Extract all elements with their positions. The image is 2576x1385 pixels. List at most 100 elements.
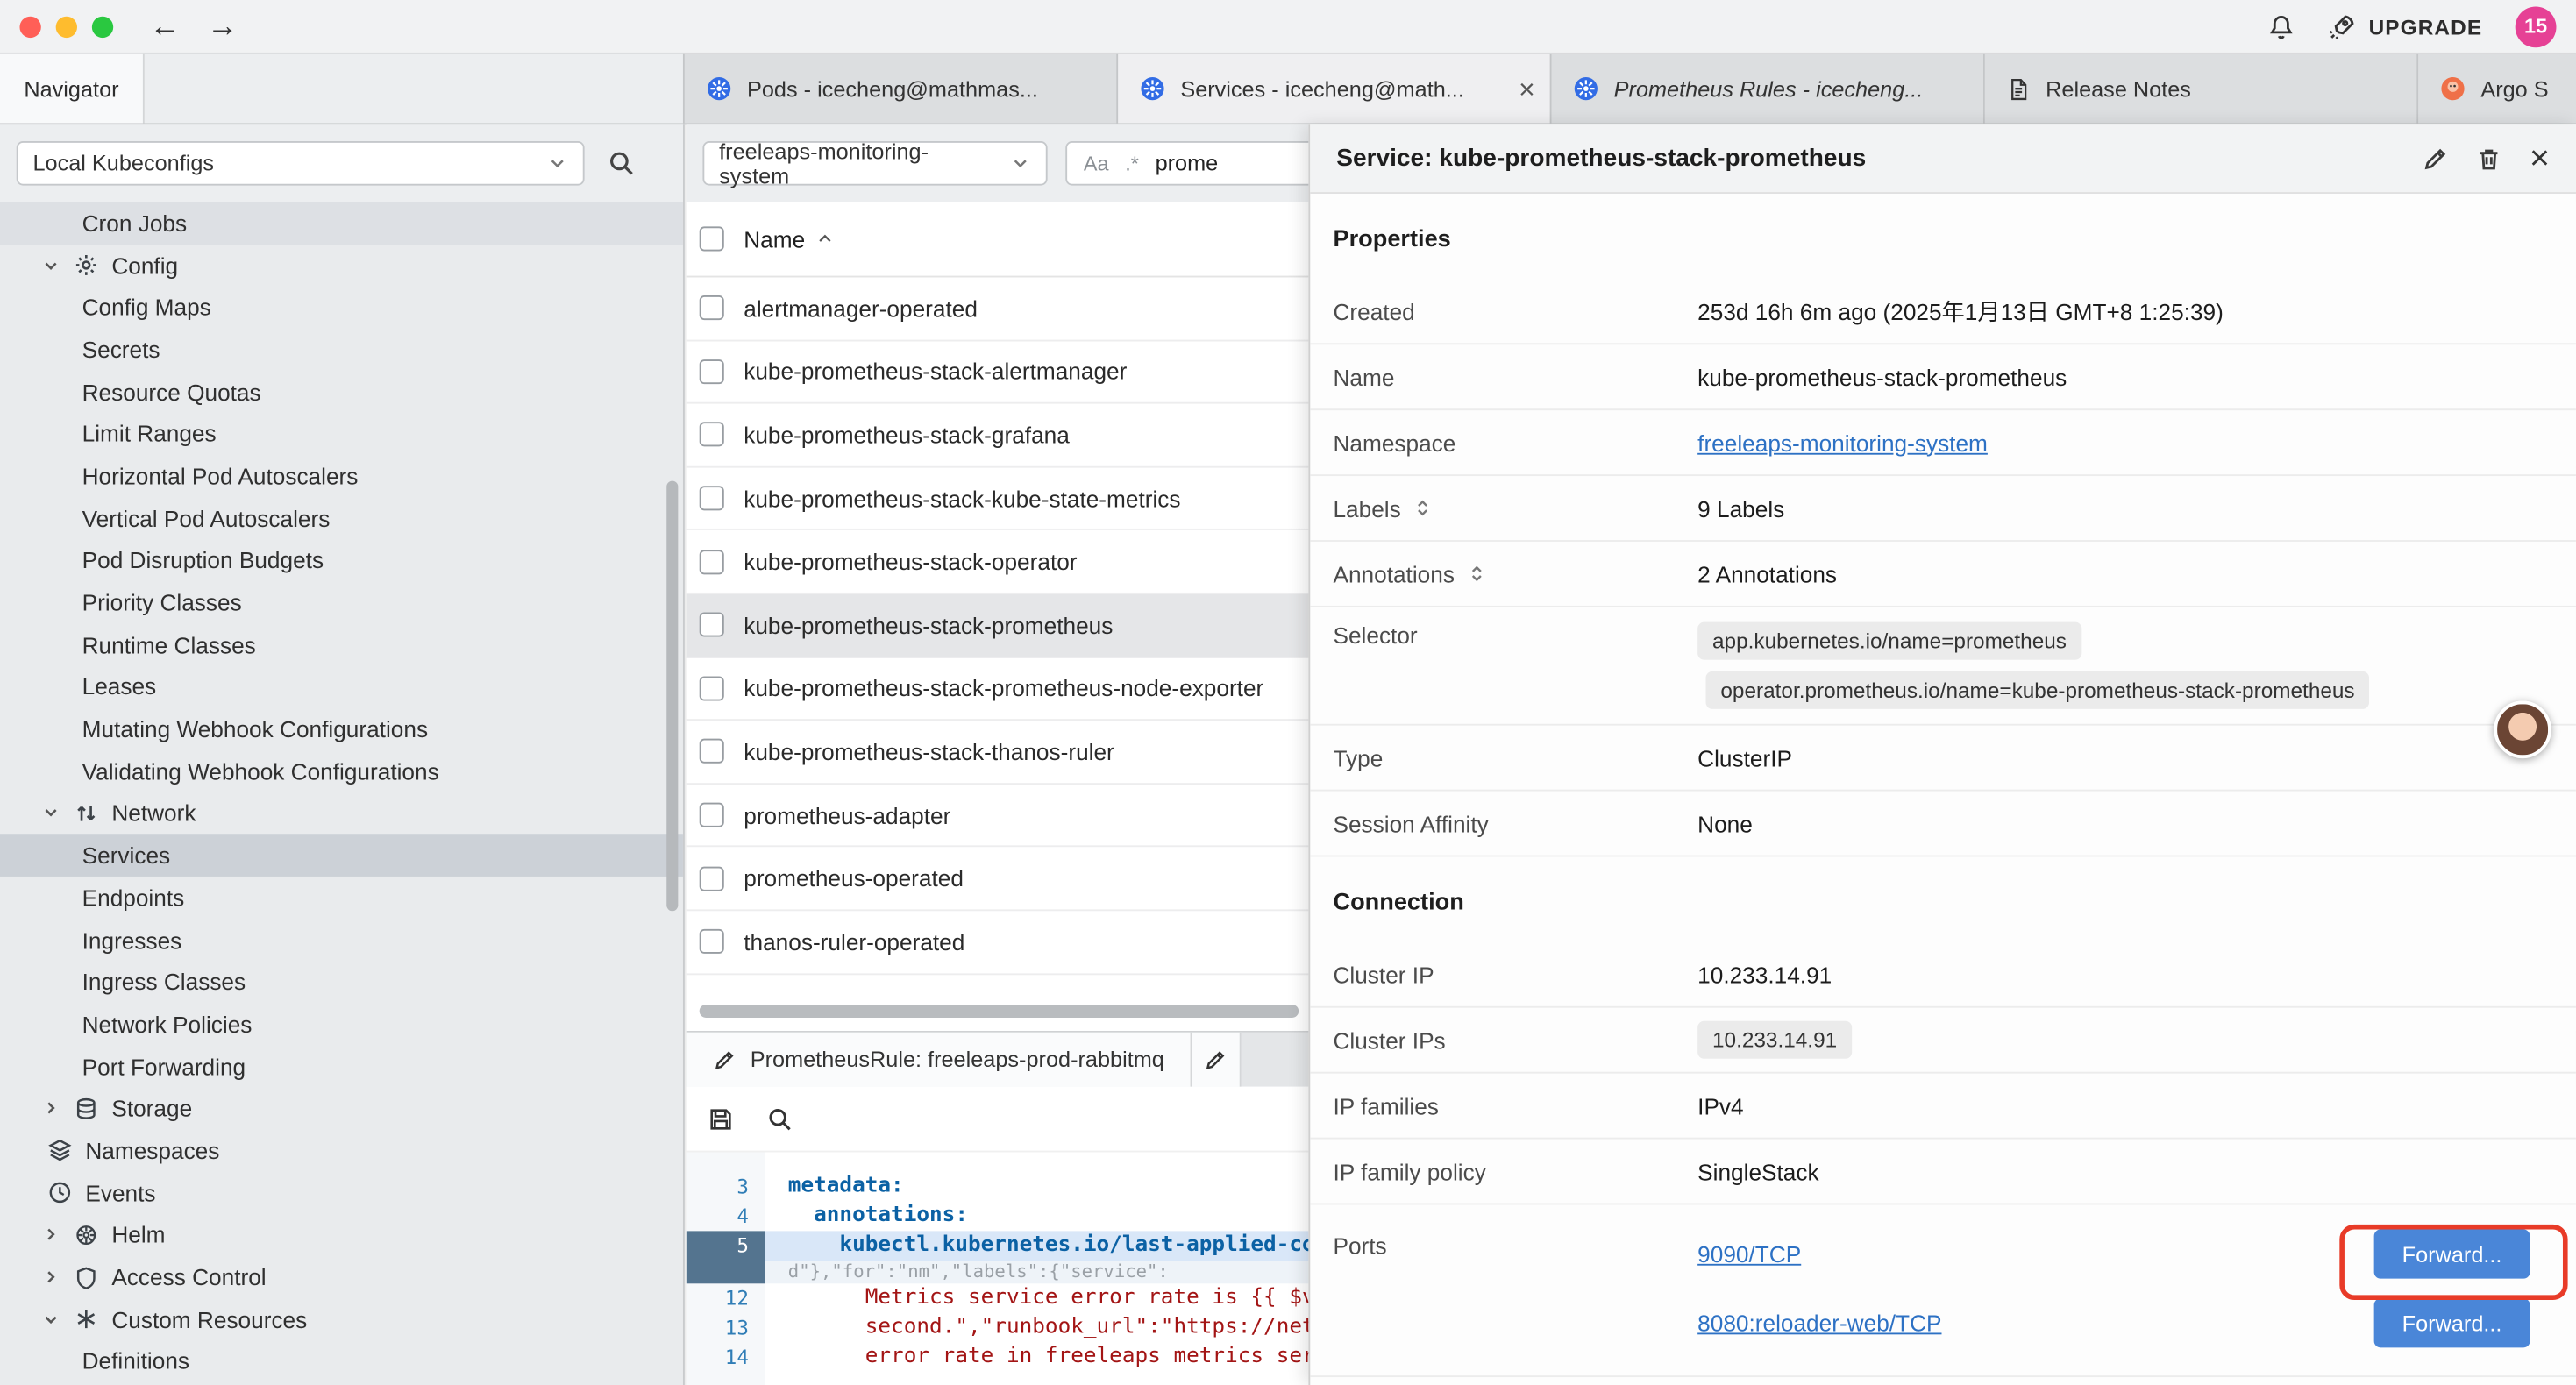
pencil-icon [1204,1048,1227,1071]
upgrade-button[interactable]: UPGRADE [2328,12,2482,40]
search-icon[interactable] [766,1105,793,1132]
layers-icon [47,1139,72,1163]
chevron-down-icon [41,1310,60,1329]
forward-button[interactable]: Forward... [2374,1298,2530,1347]
sidebar-item-horizontal-pod-autoscalers[interactable]: Horizontal Pod Autoscalers [0,455,683,497]
match-case-toggle[interactable]: Aa [1084,152,1109,174]
sidebar-item-events[interactable]: Events [0,1172,683,1214]
sidebar-item-validating-webhook-configurations[interactable]: Validating Webhook Configurations [0,750,683,792]
line-number: 4 [687,1202,765,1232]
topbar-right: UPGRADE 15 [2267,6,2576,47]
titlebar: ← → UPGRADE 15 [0,0,2576,54]
sidebar-item-helm[interactable]: Helm [0,1214,683,1256]
tab-pods[interactable]: Pods - icecheng@mathmas... [685,54,1118,124]
sidebar-item-resource-quotas[interactable]: Resource Quotas [0,371,683,413]
sidebar-item-access-control[interactable]: Access Control [0,1256,683,1298]
row-checkbox[interactable] [700,613,724,637]
kubeconfig-select[interactable]: Local Kubeconfigs [17,141,585,186]
back-button[interactable]: ← [149,11,181,42]
sidebar-item-config-maps[interactable]: Config Maps [0,287,683,329]
sidebar-item-leases[interactable]: Leases [0,665,683,707]
sidebar-item-namespaces[interactable]: Namespaces [0,1130,683,1172]
line-number: 14 [687,1343,765,1373]
sidebar-item-limit-ranges[interactable]: Limit Ranges [0,413,683,455]
forward-button[interactable]: Forward... [2374,1230,2530,1279]
forward-button[interactable]: → [207,11,238,42]
navigator-sidebar: Local Kubeconfigs Cron Jobs Config Confi… [0,124,685,1385]
sidebar-item-ingress-classes[interactable]: Ingress Classes [0,961,683,1003]
kubernetes-icon [1140,75,1166,102]
row-checkbox[interactable] [700,866,724,891]
sidebar-item-services[interactable]: Services [0,835,683,877]
sidebar-item-network[interactable]: Network [0,792,683,835]
sidebar-item-config[interactable]: Config [0,244,683,286]
search-icon[interactable] [608,149,636,177]
minimize-window-button[interactable] [56,16,77,37]
lens-app: ← → UPGRADE 15 Navigator Pods - icecheng… [0,0,2576,1385]
sidebar-item-custom-resources[interactable]: Custom Resources [0,1298,683,1340]
tab-label: Argo S [2480,76,2576,101]
sidebar-item-storage[interactable]: Storage [0,1087,683,1129]
property-row-ip-families: IP families IPv4 [1310,1074,2576,1140]
dock-tab-prometheusrule[interactable]: PrometheusRule: freeleaps-prod-rabbitmq [687,1033,1192,1087]
sidebar-item-vertical-pod-autoscalers[interactable]: Vertical Pod Autoscalers [0,497,683,539]
tab-prometheus-rules[interactable]: Prometheus Rules - icecheng... [1552,54,1985,124]
window-controls [0,16,113,37]
row-checkbox[interactable] [700,486,724,510]
row-checkbox[interactable] [700,359,724,384]
port-link-9090[interactable]: 9090/TCP [1697,1241,1801,1268]
navigator-tab[interactable]: Navigator [0,54,145,124]
column-name[interactable]: Name [744,225,835,252]
section-heading: Properties [1310,194,2576,279]
edit-pencil-icon[interactable] [2421,146,2447,172]
drawer-header: Service: kube-prometheus-stack-prometheu… [1310,124,2576,194]
sidebar-item-definitions[interactable]: Definitions [0,1340,683,1382]
row-checkbox[interactable] [700,803,724,827]
sidebar-scrollbar[interactable] [666,481,678,912]
sidebar-item-mutating-webhook-configurations[interactable]: Mutating Webhook Configurations [0,708,683,750]
sidebar-item-priority-classes[interactable]: Priority Classes [0,581,683,623]
regex-toggle[interactable]: .* [1125,152,1139,174]
notification-badge[interactable]: 15 [2516,6,2557,47]
row-checkbox[interactable] [700,550,724,574]
maximize-window-button[interactable] [92,16,113,37]
namespace-select[interactable]: freeleaps-monitoring-system [702,141,1047,186]
select-all-checkbox[interactable] [700,226,724,251]
sidebar-item-runtime-classes[interactable]: Runtime Classes [0,623,683,665]
trash-icon[interactable] [2475,146,2501,172]
sidebar-item-port-forwarding[interactable]: Port Forwarding [0,1045,683,1087]
tab-release-notes[interactable]: Release Notes [1985,54,2418,124]
sort-ascending-icon [816,230,835,248]
dock-tab-partial[interactable] [1192,1033,1242,1087]
tab-services[interactable]: Services - icecheng@math... × [1118,54,1551,124]
horizontal-scrollbar[interactable] [700,1005,1299,1018]
close-tab-icon[interactable]: × [1519,75,1535,103]
row-checkbox[interactable] [700,296,724,321]
chevron-down-icon [1010,153,1031,174]
bell-icon[interactable] [2267,12,2295,40]
sidebar-item-cron-jobs[interactable]: Cron Jobs [0,202,683,244]
user-avatar[interactable] [2494,701,2551,759]
property-row-selector: Selector app.kubernetes.io/name=promethe… [1310,607,2576,726]
sidebar-item-pod-disruption-budgets[interactable]: Pod Disruption Budgets [0,539,683,581]
upgrade-label: UPGRADE [2369,14,2483,39]
close-window-button[interactable] [19,16,40,37]
save-icon[interactable] [708,1105,734,1132]
tab-argo[interactable]: Argo S [2418,54,2576,124]
chevron-right-icon [41,1225,60,1245]
property-row-cluster-ip: Cluster IP 10.233.14.91 [1310,942,2576,1008]
tab-label: Release Notes [2046,76,2402,101]
namespace-link[interactable]: freeleaps-monitoring-system [1697,430,1988,456]
row-checkbox[interactable] [700,739,724,764]
sidebar-item-secrets[interactable]: Secrets [0,329,683,371]
row-checkbox[interactable] [700,929,724,954]
sidebar-item-endpoints[interactable]: Endpoints [0,877,683,919]
port-link-8080-reloader-web[interactable]: 8080:reloader-web/TCP [1697,1310,1941,1336]
row-checkbox[interactable] [700,676,724,700]
expand-updown-icon[interactable] [1413,497,1434,518]
close-icon[interactable]: × [2530,141,2550,175]
sidebar-item-ingresses[interactable]: Ingresses [0,919,683,961]
row-checkbox[interactable] [700,423,724,447]
expand-updown-icon[interactable] [1466,563,1487,584]
sidebar-item-network-policies[interactable]: Network Policies [0,1003,683,1045]
